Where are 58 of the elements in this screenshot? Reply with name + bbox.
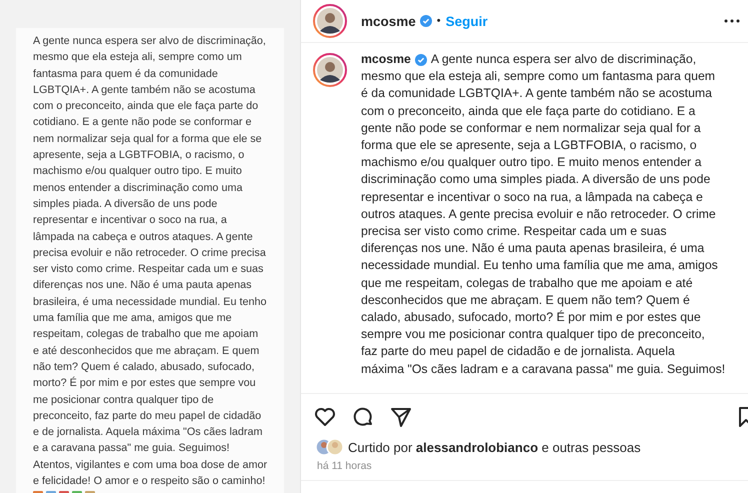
text-line: fantasma para quem é da comunidade bbox=[33, 66, 218, 82]
username-link[interactable]: mcosme bbox=[361, 51, 411, 68]
caption-line: precisa ser visto como crime. Respeitar cada um e suas bbox=[361, 223, 666, 240]
caption-line: gente não pode se conformar e nem normalizar seja qual for a bbox=[361, 120, 701, 137]
caption-line: discriminação como uma simples piada. A diversão de uns pode bbox=[361, 171, 710, 188]
caption-line: que me respeitam, colegas de trabalho que me apoiam e até bbox=[361, 274, 693, 292]
avatar[interactable] bbox=[313, 4, 347, 38]
text-line: precisa evoluir e não retroceder. O crime precisa bbox=[33, 246, 266, 261]
text-line: e de jornalista. Aquela máxima "Os cães ladram bbox=[33, 425, 262, 440]
caption-line: outros ataques. A gente precisa evoluir e não retroceder. O crime bbox=[361, 206, 716, 223]
caption-line: forma que ele se apresente, seja a LGBTFOBIA, o racismo, o bbox=[361, 137, 697, 154]
text-line: não tem? Quem é calado, abusado, sufocado, bbox=[33, 360, 254, 375]
text-line: simples piada. A diversão de uns pode bbox=[33, 196, 218, 212]
text-line: com o preconceito, ainda que ele faça parte do bbox=[33, 99, 258, 114]
text-line: uma família que me ama, amigos que me bbox=[33, 311, 232, 326]
text-line: menos entender a discriminação como uma bbox=[33, 180, 242, 196]
text-line: mesmo que ela esteja ali, sempre como um bbox=[33, 50, 242, 66]
caption-line: A gente nunca espera ser alvo de discriminação, bbox=[430, 51, 696, 68]
text-line: e felicidade! O amor e o respeito são o caminho! bbox=[33, 474, 266, 490]
text-line: LGBTQIA+. A gente também não se acostuma bbox=[33, 82, 256, 98]
caption-line: máxima "Os cães ladram e a caravana passa" me guia. Seguimos! bbox=[361, 360, 726, 378]
comment-icon[interactable] bbox=[351, 404, 375, 428]
text-line: preconceito, faz parte do meu papel de cidadão bbox=[33, 408, 262, 424]
caption-line: machismo e/ou qualquer outro tipo. E muito menos entender a bbox=[361, 154, 702, 172]
text-line: me posicionar contra qualquer tipo de bbox=[33, 392, 214, 408]
text-line: Atentos, vigilantes e com uma boa dose de amor bbox=[33, 458, 268, 473]
text-line: A gente nunca espera ser alvo de discriminação, bbox=[33, 34, 266, 49]
caption-line: diferenças nos une. Não é uma pauta apenas brasileira, é uma bbox=[361, 240, 704, 258]
text-line: brasileira, é uma necessidade mundial. Eu tenho bbox=[33, 294, 266, 310]
text-line: respeitam, colegas de trabalho que me apoiam bbox=[33, 327, 258, 342]
caption-line: calado, abusado, sufocado, morto? É por mim e por estes que bbox=[361, 309, 701, 326]
text-line: e a caravana passa" me guia. Seguimos! bbox=[33, 441, 230, 456]
likes-text: Curtido por alessandrolobianco e outras pessoas bbox=[348, 440, 641, 454]
text-line: cotidiano. E a gente não pode se conformar e bbox=[33, 115, 252, 130]
liker-avatars[interactable] bbox=[315, 438, 345, 456]
separator-dot: • bbox=[436, 15, 441, 27]
caption-line: mesmo que ela esteja ali, sempre como um fantasma para quem bbox=[361, 68, 716, 86]
caption-line: sempre vou me posicionar contra qualquer tipo de preconceito, bbox=[361, 326, 705, 344]
caption-line: é da comunidade LGBTQIA+. A gente também não se acostuma bbox=[361, 85, 712, 102]
caption-line: com o preconceito, ainda que ele faça parte do cotidiano. E a bbox=[361, 102, 696, 120]
post-time: há 11 horas bbox=[316, 459, 373, 472]
caption-line: faz parte do meu papel de cidadão e de jornalista. Aquela bbox=[361, 343, 675, 360]
caption-line: representar e incentivar o soco na rua, a lâmpada na cabeça e bbox=[361, 188, 703, 206]
text-line: morto? É por mim e por estes que sempre vou bbox=[33, 376, 256, 392]
caption-line: desconhecidos que me abraçam. E quem não tem? Quem é bbox=[361, 292, 690, 309]
bookmark-icon[interactable] bbox=[738, 404, 748, 428]
text-line: e até desconhecidos que me abraçam. E quem bbox=[33, 344, 260, 359]
avatar[interactable] bbox=[313, 53, 347, 87]
text-line: lâmpada na cabeça e outros ataques. A gente bbox=[33, 230, 253, 245]
text-line: apresente, seja a LGBTFOBIA, o racismo, o bbox=[33, 148, 244, 164]
username-link[interactable]: mcosme bbox=[361, 14, 416, 28]
caption-line: necessidade mundial. Eu tenho uma família que me ama, amigos bbox=[361, 257, 718, 274]
text-line: ser visto como crime. Respeitar cada um e suas bbox=[33, 262, 264, 278]
text-line: nem normalizar seja qual for a forma que ele se bbox=[33, 132, 262, 147]
more-options-icon[interactable] bbox=[724, 19, 740, 23]
text-line: diferenças nos une. Não é uma pauta apenas bbox=[33, 278, 252, 294]
text-line: machismo e/ou qualquer outro tipo. E muito bbox=[33, 164, 242, 180]
text-line: representar e incentivar o soco na rua, a bbox=[33, 213, 227, 228]
